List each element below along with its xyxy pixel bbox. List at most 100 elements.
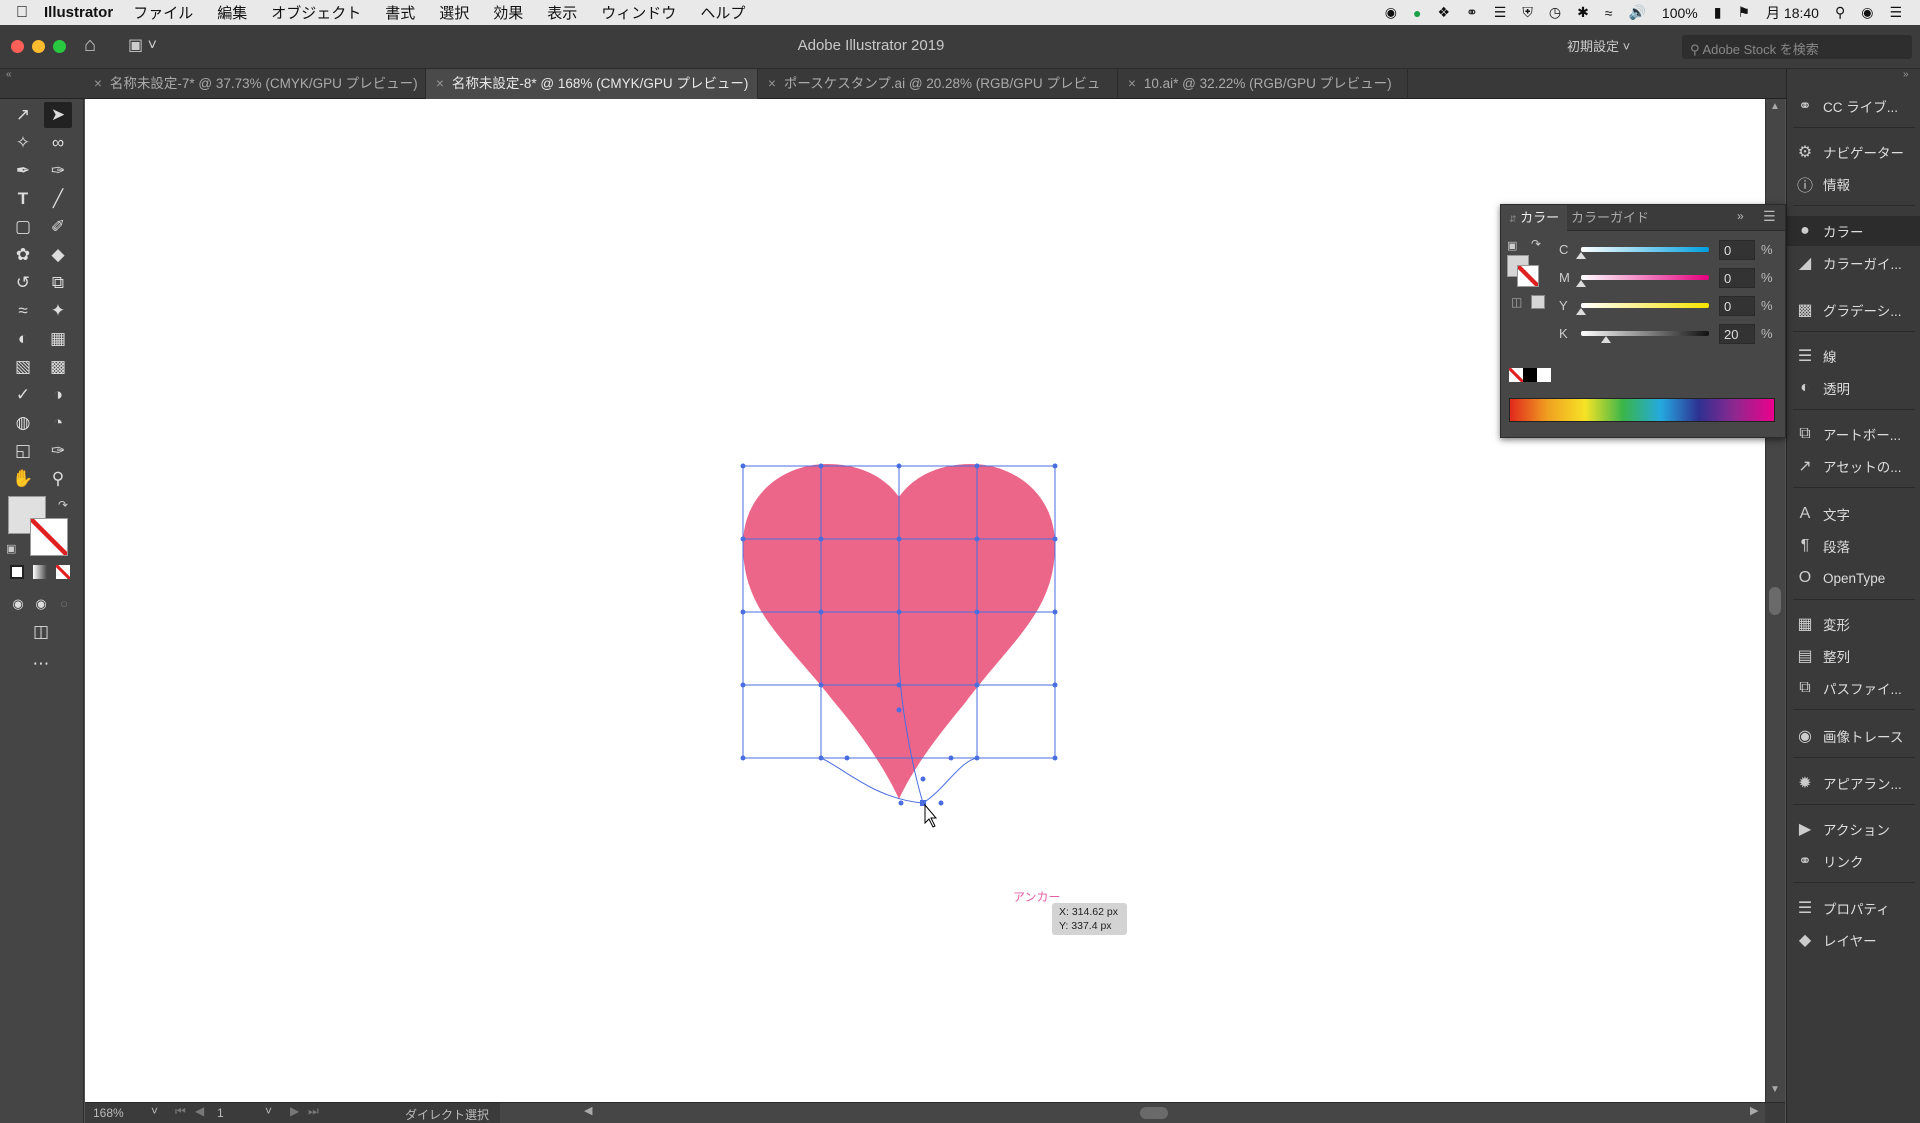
dock-item-artboards[interactable]: ⧉ アートボー... [1787, 419, 1920, 449]
apple-icon[interactable]:  [0, 4, 44, 22]
out-of-gamut-cube-icon[interactable]: ◫ [1511, 295, 1522, 309]
symbol-sprayer-tool-icon[interactable]: ◍ [9, 410, 37, 436]
dock-item-appearance[interactable]: ✹ アピアラン... [1787, 768, 1920, 798]
close-tab-icon[interactable]: × [94, 76, 102, 91]
white-swatch[interactable] [1537, 368, 1551, 382]
panel-stroke-swatch[interactable] [1517, 265, 1539, 287]
screen-mode-icon[interactable]: ◫ [27, 619, 55, 645]
document-tab-1[interactable]: × 名称未設定-7* @ 37.73% (CMYK/GPU プレビュー) [84, 69, 426, 99]
dock-item-color-guide[interactable]: ◢ カラーガイ... [1787, 248, 1920, 278]
last-artboard-icon[interactable]: ⏭ [308, 1104, 319, 1119]
black-value-input[interactable]: 20 [1719, 324, 1755, 344]
zoom-tool-icon[interactable]: ⚲ [44, 466, 72, 492]
dock-item-paragraph[interactable]: ¶ 段落 [1787, 531, 1920, 561]
dock-item-navigator[interactable]: ⚙ ナビゲーター [1787, 137, 1920, 167]
menu-effect[interactable]: 効果 [493, 2, 523, 23]
curvature-tool-icon[interactable]: ✑ [44, 158, 72, 184]
volume-icon[interactable]: 🔊 [1628, 4, 1645, 21]
selection-tool-icon[interactable]: ↗ [9, 102, 37, 128]
black-slider-knob[interactable] [1601, 336, 1611, 343]
lasso-tool-icon[interactable]: ∞ [44, 130, 72, 156]
swap-fill-stroke-icon[interactable]: ↷ [58, 498, 68, 512]
next-artboard-icon[interactable]: ▶ [290, 1104, 299, 1118]
eyedropper-tool-icon[interactable]: ✓ [9, 382, 37, 408]
black-swatch[interactable] [1523, 368, 1537, 382]
battery-percent[interactable]: 100% [1662, 5, 1698, 21]
draw-inside-icon[interactable]: ○ [50, 591, 78, 617]
shape-builder-tool-icon[interactable]: ◐ [9, 326, 37, 352]
scale-tool-icon[interactable]: ⧉ [44, 270, 72, 296]
menu-object[interactable]: オブジェクト [271, 2, 361, 23]
siri-icon[interactable]: ◉ [1861, 4, 1873, 21]
document-tab-2[interactable]: × 名称未設定-8* @ 168% (CMYK/GPU プレビュー) [426, 69, 758, 99]
artboard-dropdown-icon[interactable]: ˅ [265, 1104, 272, 1118]
paintbrush-tool-icon[interactable]: ✐ [44, 214, 72, 240]
menu-file[interactable]: ファイル [133, 2, 193, 23]
none-mode-icon[interactable] [56, 565, 70, 579]
dock-item-cc-libraries[interactable]: ⚭ CC ライブ... [1787, 91, 1920, 121]
stock-search-input[interactable]: ⚲ Adobe Stock を検索 [1682, 35, 1912, 59]
blend-tool-icon[interactable]: ◑ [44, 382, 72, 408]
search-icon[interactable]: ⚲ [1835, 4, 1845, 21]
width-tool-icon[interactable]: ≈ [9, 298, 37, 324]
yellow-slider[interactable] [1581, 303, 1709, 308]
zoom-level[interactable]: 168% [93, 1106, 124, 1120]
close-tab-icon[interactable]: × [436, 76, 444, 91]
dock-item-align[interactable]: ▤ 整列 [1787, 641, 1920, 671]
eraser-tool-icon[interactable]: ◆ [44, 242, 72, 268]
none-swatch[interactable] [1509, 368, 1523, 382]
document-tab-3[interactable]: ×ポースケスタンプ.ai @ 20.28% (RGB/GPU プレビュー) [758, 69, 1118, 121]
yellow-value-input[interactable]: 0 [1719, 296, 1755, 316]
web-safe-swatch[interactable] [1531, 295, 1545, 309]
previous-artboard-icon[interactable]: ◀ [195, 1104, 204, 1118]
menu-view[interactable]: 表示 [547, 2, 577, 23]
collapse-panel-icon[interactable]: » [1737, 209, 1744, 223]
column-graph-tool-icon[interactable]: ◔ [44, 410, 72, 436]
first-artboard-icon[interactable]: ⏮ [175, 1104, 186, 1119]
default-colors-icon[interactable]: ▣ [1507, 239, 1517, 252]
bluetooth-icon[interactable]: ✱ [1577, 4, 1589, 21]
record-icon[interactable]: ◉ [1385, 4, 1397, 21]
zoom-dropdown-icon[interactable]: ˅ [151, 1104, 158, 1118]
perspective-grid-tool-icon[interactable]: ▦ [44, 326, 72, 352]
yellow-slider-knob[interactable] [1576, 308, 1586, 315]
more-tools-icon[interactable]: ⋯ [27, 651, 55, 677]
panel-menu-icon[interactable]: ☰ [1763, 208, 1776, 225]
magenta-slider-knob[interactable] [1576, 280, 1586, 287]
workspace-switcher[interactable]: 初期設定 ˅ [1567, 36, 1687, 58]
menu-edit[interactable]: 編集 [217, 2, 247, 23]
tab-color[interactable]: ⇵ カラー [1501, 205, 1568, 231]
rectangle-tool-icon[interactable]: ▢ [9, 214, 37, 240]
stroke-swatch[interactable] [30, 518, 68, 556]
gradient-tool-icon[interactable]: ▩ [44, 354, 72, 380]
menu-help[interactable]: ヘルプ [700, 2, 745, 23]
scroll-right-icon[interactable]: ▶ [1750, 1104, 1758, 1117]
rotate-tool-icon[interactable]: ↺ [9, 270, 37, 296]
dock-item-links[interactable]: ⚭ リンク [1787, 846, 1920, 876]
creative-cloud-icon[interactable]: ⚭ [1466, 4, 1478, 21]
dock-item-layers[interactable]: ◆ レイヤー [1787, 925, 1920, 955]
magenta-slider[interactable] [1581, 275, 1709, 280]
collapse-left-icon[interactable]: « [6, 69, 12, 80]
battery-icon[interactable]: ▮ [1714, 4, 1722, 21]
line-segment-tool-icon[interactable]: ╱ [44, 186, 72, 212]
clock[interactable]: 月 18:40 [1766, 3, 1819, 23]
time-machine-icon[interactable]: ◷ [1549, 4, 1561, 21]
scroll-left-icon[interactable]: ◀ [584, 1104, 592, 1117]
menu-type[interactable]: 書式 [385, 2, 415, 23]
direct-selection-tool-icon[interactable]: ➤ [44, 102, 72, 128]
mesh-tool-icon[interactable]: ▧ [9, 354, 37, 380]
dock-item-transparency[interactable]: ◐ 透明 [1787, 373, 1920, 403]
puppet-warp-tool-icon[interactable]: ✦ [44, 298, 72, 324]
swap-colors-icon[interactable]: ↷ [1531, 237, 1541, 251]
dock-item-color[interactable]: ● カラー [1787, 216, 1920, 246]
horizontal-scroll-thumb[interactable] [1140, 1107, 1168, 1119]
scroll-down-icon[interactable]: ▼ [1770, 1084, 1780, 1095]
dock-item-actions[interactable]: ▶ アクション [1787, 814, 1920, 844]
artboard-tool-icon[interactable]: ◱ [9, 438, 37, 464]
dock-item-opentype[interactable]: O OpenType [1787, 563, 1920, 593]
cyan-slider-knob[interactable] [1576, 252, 1586, 259]
cyan-slider[interactable] [1581, 247, 1709, 252]
dock-item-gradient[interactable]: ▩ グラデーシ... [1787, 295, 1920, 325]
menu-window[interactable]: ウィンドウ [601, 2, 676, 23]
